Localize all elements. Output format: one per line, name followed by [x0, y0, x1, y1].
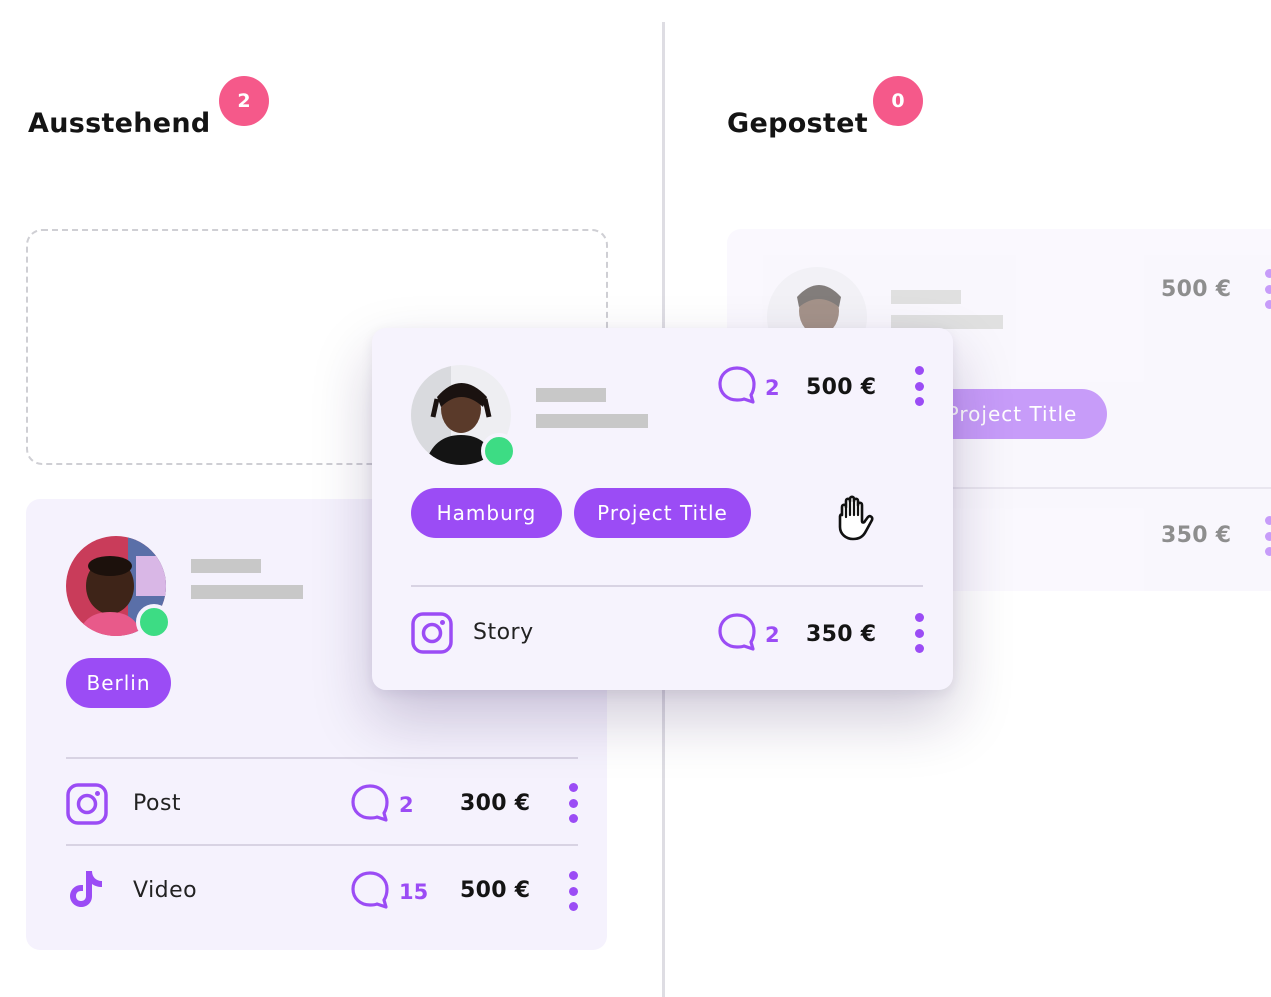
subtitle-placeholder	[891, 315, 1003, 329]
posted-count-badge: 0	[873, 76, 923, 126]
row-separator	[66, 757, 578, 759]
comment-icon[interactable]	[350, 783, 390, 823]
column-title-pending: Ausstehend	[28, 108, 211, 139]
comment-count: 15	[399, 880, 429, 904]
instagram-icon	[411, 612, 453, 654]
column-title-posted: Gepostet	[727, 108, 868, 139]
row-separator	[66, 844, 578, 846]
comment-icon[interactable]	[350, 870, 390, 910]
row-price: 350 €	[1161, 523, 1232, 548]
price: 500 €	[1161, 277, 1232, 302]
tiktok-icon	[70, 871, 102, 907]
platform-label: Story	[473, 620, 534, 645]
online-status-indicator	[136, 604, 172, 640]
name-placeholder	[191, 559, 261, 573]
row-price: 350 €	[806, 622, 877, 647]
row-separator	[411, 585, 923, 587]
row-more-options-icon[interactable]	[566, 783, 580, 823]
online-status-indicator	[481, 433, 517, 469]
tag-city[interactable]: Hamburg	[411, 488, 562, 538]
row-more-options-icon[interactable]	[1262, 516, 1271, 556]
tag-project[interactable]: Project Title	[574, 488, 751, 538]
price: 500 €	[806, 375, 877, 400]
grab-hand-icon	[838, 495, 874, 541]
comment-icon[interactable]	[717, 365, 757, 405]
subtitle-placeholder	[191, 585, 303, 599]
comment-count: 2	[399, 793, 414, 817]
pending-count-badge: 2	[219, 76, 269, 126]
platform-label: Video	[133, 878, 198, 903]
row-more-options-icon[interactable]	[566, 871, 580, 911]
name-placeholder	[536, 388, 606, 402]
instagram-icon	[66, 783, 108, 825]
row-price: 300 €	[460, 791, 531, 816]
more-options-icon[interactable]	[912, 366, 926, 406]
name-placeholder	[891, 290, 961, 304]
row-separator	[917, 487, 1271, 489]
row-price: 500 €	[460, 878, 531, 903]
tag-city[interactable]: Berlin	[66, 658, 171, 708]
row-more-options-icon[interactable]	[912, 613, 926, 653]
comment-icon[interactable]	[717, 612, 757, 652]
more-options-icon[interactable]	[1262, 269, 1271, 309]
dragged-card[interactable]: 2 500 € Hamburg Project Title Story 2 35…	[372, 328, 953, 690]
comment-count: 2	[765, 623, 780, 647]
comment-count: 2	[765, 376, 780, 400]
subtitle-placeholder	[536, 414, 648, 428]
platform-label: Post	[133, 791, 182, 816]
avatar	[411, 365, 517, 469]
avatar	[66, 536, 172, 640]
